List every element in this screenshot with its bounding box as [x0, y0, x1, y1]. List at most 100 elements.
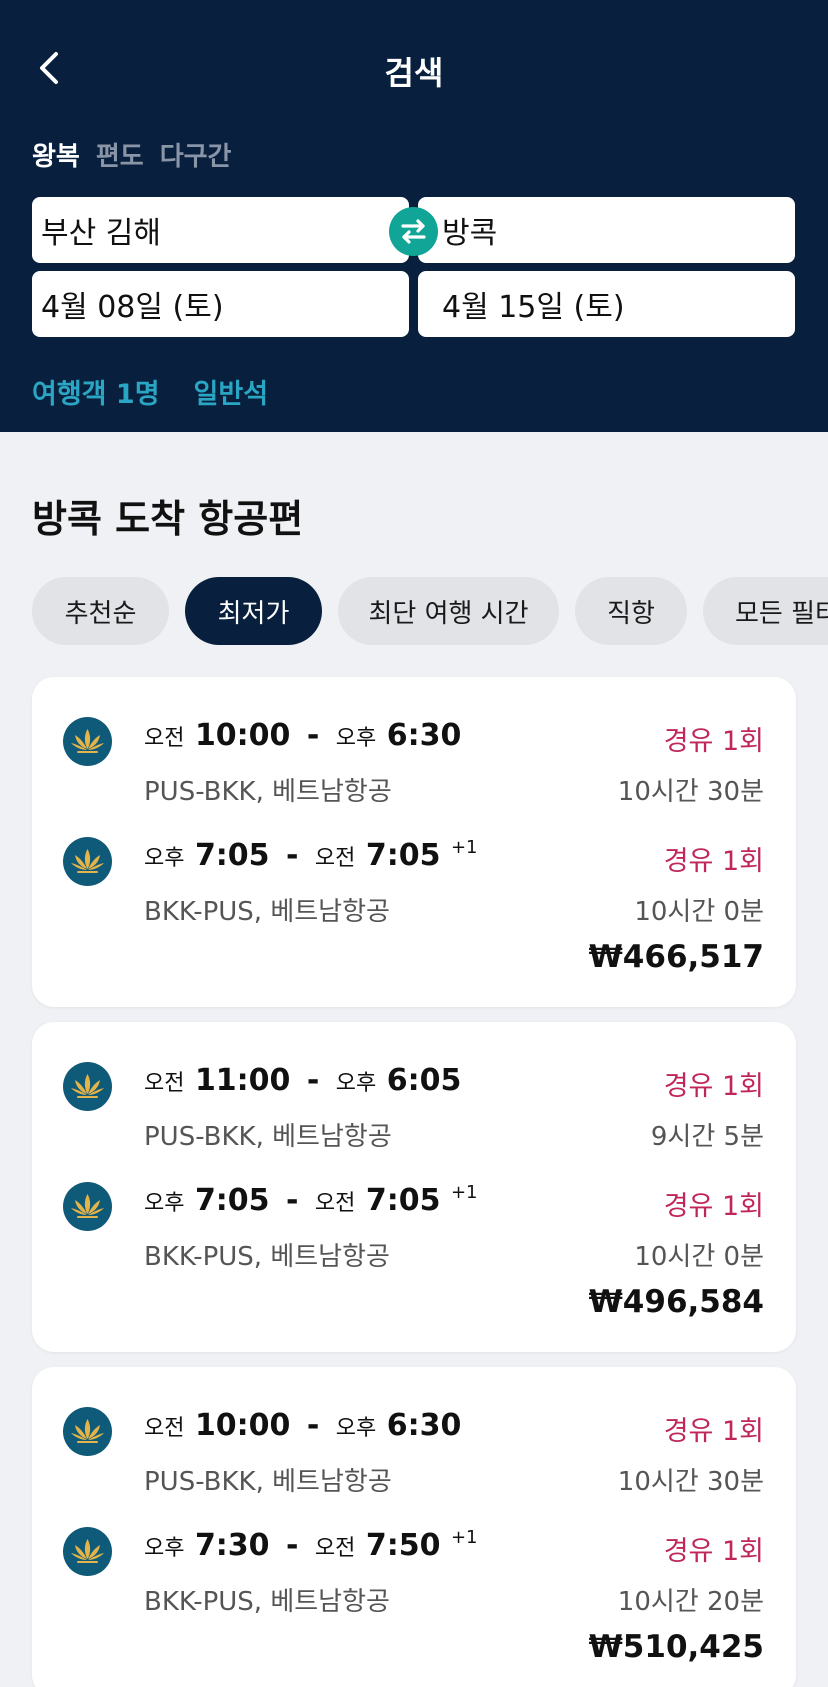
flight-result-card[interactable]: 오전 11:00 - 오후 6:05 PUS-BKK, 베트남항공 경유 1회 …	[32, 1022, 796, 1352]
leg-stops: 경유 1회	[663, 726, 764, 757]
page-title: 검색	[384, 54, 444, 92]
leg-route: PUS-BKK, 베트남항공	[144, 1122, 392, 1152]
return-leg: 오후 7:05 - 오전 7:05 +1 BKK-PUS, 베트남항공 경유 1…	[32, 1172, 796, 1272]
chip-cheapest[interactable]: 최저가	[185, 577, 322, 645]
chip-recommended[interactable]: 추천순	[32, 577, 169, 645]
departure-period: 오후	[144, 1191, 185, 1216]
leg-route: BKK-PUS, 베트남항공	[144, 1242, 390, 1272]
leg-route: PUS-BKK, 베트남항공	[144, 1467, 392, 1497]
arrival-time: 7:05	[365, 838, 441, 873]
chip-shortest[interactable]: 최단 여행 시간	[338, 577, 559, 645]
leg-times: 오후 7:30 - 오전 7:50 +1	[144, 1527, 477, 1563]
time-separator: -	[306, 1408, 320, 1443]
results-title: 방콕 도착 항공편	[32, 497, 304, 541]
departure-period: 오후	[144, 1536, 185, 1561]
flight-result-card[interactable]: 오전 10:00 - 오후 6:30 PUS-BKK, 베트남항공 경유 1회 …	[32, 677, 796, 1007]
arrival-period: 오후	[335, 726, 377, 751]
time-separator: -	[286, 1528, 299, 1563]
departure-period: 오전	[144, 726, 185, 751]
cabin-class-selector[interactable]: 일반석	[194, 372, 269, 411]
arrival-period: 오후	[335, 1071, 377, 1096]
departure-period: 오후	[144, 846, 185, 871]
fare-price: ₩496,584	[588, 1284, 764, 1320]
leg-duration: 10시간 0분	[634, 1242, 764, 1272]
arrival-time: 7:05	[365, 1183, 441, 1218]
leg-route: BKK-PUS, 베트남항공	[144, 1587, 390, 1617]
lotus-logo-icon	[71, 1419, 104, 1443]
time-separator: -	[286, 1183, 299, 1218]
arrival-period: 오전	[314, 1536, 356, 1561]
departure-time: 7:05	[194, 1183, 270, 1218]
time-separator: -	[286, 838, 299, 873]
leg-times: 오후 7:05 - 오전 7:05 +1	[144, 1182, 477, 1218]
leg-route: PUS-BKK, 베트남항공	[144, 777, 392, 807]
leg-stops: 경유 1회	[663, 1071, 764, 1102]
lotus-logo-icon	[71, 849, 104, 873]
return-leg: 오후 7:30 - 오전 7:50 +1 BKK-PUS, 베트남항공 경유 1…	[32, 1517, 796, 1617]
airline-logo	[63, 717, 112, 766]
leg-times: 오전 11:00 - 오후 6:05	[144, 1062, 461, 1098]
search-header: 검색 왕복 편도 다구간 부산 김해 방콕 4월 08일 (토) 4월 15일 …	[0, 0, 828, 432]
arrival-time: 6:05	[386, 1063, 462, 1098]
tab-one-way[interactable]: 편도	[96, 136, 144, 173]
tab-round-trip[interactable]: 왕복	[32, 136, 80, 173]
lotus-logo-icon	[71, 1539, 104, 1563]
time-separator: -	[306, 1063, 320, 1098]
search-options: 여행객 1명 일반석	[32, 372, 268, 411]
departure-period: 오전	[144, 1071, 185, 1096]
lotus-logo-icon	[71, 729, 104, 753]
lotus-logo-icon	[71, 1074, 104, 1098]
day-offset: +1	[450, 1527, 478, 1548]
departure-time: 7:05	[194, 838, 270, 873]
leg-stops: 경유 1회	[663, 1191, 764, 1222]
leg-stops: 경유 1회	[663, 1536, 764, 1567]
day-offset: +1	[450, 837, 478, 858]
fare-price: ₩466,517	[588, 939, 764, 975]
time-separator: -	[306, 718, 320, 753]
chip-all-filters[interactable]: 모든 필터	[703, 577, 828, 645]
airline-logo	[63, 1182, 112, 1231]
leg-duration: 10시간 30분	[617, 1467, 764, 1497]
arrival-time: 7:50	[365, 1528, 441, 1563]
arrival-period: 오전	[314, 1191, 356, 1216]
swap-arrows-icon	[401, 219, 426, 244]
leg-duration: 10시간 20분	[617, 1587, 764, 1617]
leg-stops: 경유 1회	[663, 1416, 764, 1447]
tab-multi-city[interactable]: 다구간	[160, 136, 232, 173]
leg-duration: 10시간 30분	[617, 777, 764, 807]
airline-logo	[63, 1407, 112, 1456]
airline-logo	[63, 1527, 112, 1576]
chip-direct[interactable]: 직항	[575, 577, 687, 645]
return-date-field[interactable]: 4월 15일 (토)	[418, 271, 795, 337]
flight-result-card[interactable]: 오전 10:00 - 오후 6:30 PUS-BKK, 베트남항공 경유 1회 …	[32, 1367, 796, 1687]
depart-date-field[interactable]: 4월 08일 (토)	[32, 271, 409, 337]
airline-logo	[63, 1062, 112, 1111]
fare-price: ₩510,425	[588, 1629, 764, 1665]
departure-time: 10:00	[194, 1408, 291, 1443]
outbound-leg: 오전 10:00 - 오후 6:30 PUS-BKK, 베트남항공 경유 1회 …	[32, 1397, 796, 1497]
arrival-time: 6:30	[386, 718, 462, 753]
arrival-time: 6:30	[386, 1408, 462, 1443]
origin-field[interactable]: 부산 김해	[32, 197, 409, 263]
departure-time: 10:00	[194, 718, 291, 753]
swap-button[interactable]	[389, 207, 438, 256]
departure-time: 11:00	[194, 1063, 291, 1098]
outbound-leg: 오전 10:00 - 오후 6:30 PUS-BKK, 베트남항공 경유 1회 …	[32, 707, 796, 807]
arrival-period: 오전	[314, 846, 356, 871]
arrival-period: 오후	[335, 1416, 377, 1441]
day-offset: +1	[450, 1182, 478, 1203]
lotus-logo-icon	[71, 1194, 104, 1218]
trip-type-tabs: 왕복 편도 다구간	[32, 136, 231, 173]
leg-route: BKK-PUS, 베트남항공	[144, 897, 390, 927]
departure-period: 오전	[144, 1416, 185, 1441]
passengers-selector[interactable]: 여행객 1명	[32, 372, 160, 411]
destination-field[interactable]: 방콕	[418, 197, 795, 263]
leg-times: 오전 10:00 - 오후 6:30	[144, 1407, 461, 1443]
leg-stops: 경유 1회	[663, 846, 764, 877]
return-leg: 오후 7:05 - 오전 7:05 +1 BKK-PUS, 베트남항공 경유 1…	[32, 827, 796, 927]
departure-time: 7:30	[194, 1528, 270, 1563]
airline-logo	[63, 837, 112, 886]
leg-times: 오후 7:05 - 오전 7:05 +1	[144, 837, 477, 873]
sort-filter-chips: 추천순 최저가 최단 여행 시간 직항 모든 필터	[32, 577, 828, 647]
leg-duration: 10시간 0분	[634, 897, 764, 927]
